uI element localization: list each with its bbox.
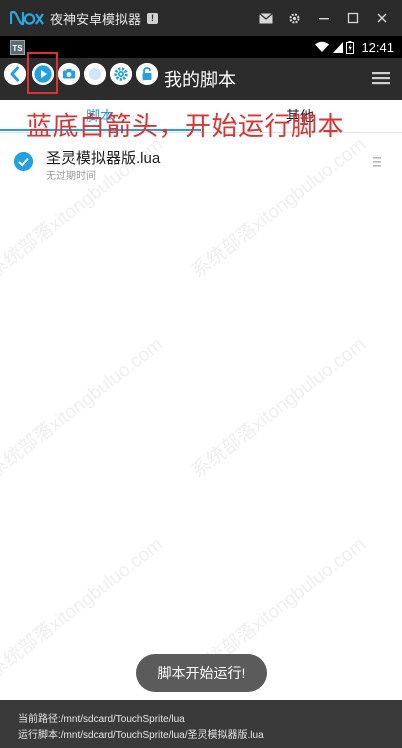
- play-button-highlight: [27, 52, 58, 94]
- settings-icon[interactable]: [280, 0, 309, 36]
- record-icon: [84, 63, 106, 85]
- script-expiry: 无过期时间: [46, 171, 96, 182]
- status-icons: 12:41: [314, 36, 394, 58]
- emulator-title-bar: 夜神安卓模拟器 !: [0, 0, 402, 36]
- screenshot-button[interactable]: [58, 63, 80, 85]
- maximize-icon[interactable]: [338, 0, 367, 36]
- toast-message: 脚本开始运行!: [136, 654, 267, 692]
- back-button[interactable]: [4, 63, 26, 85]
- running-script-path: 运行脚本:/mnt/sdcard/TouchSprite/lua/圣灵模拟器版.…: [18, 730, 264, 741]
- script-name: 圣灵模拟器版.lua: [46, 150, 161, 167]
- minimize-icon[interactable]: [309, 0, 338, 36]
- touchsprite-notification-icon: TS: [10, 39, 25, 55]
- lock-button[interactable]: [136, 63, 158, 85]
- menu-icon[interactable]: [372, 70, 390, 86]
- camera-icon: [58, 63, 80, 85]
- app-toolbar: 我的脚本: [0, 58, 402, 100]
- lock-icon: [136, 63, 158, 85]
- drag-handle-icon[interactable]: [373, 156, 381, 168]
- emulator-notice-icon[interactable]: !: [147, 12, 159, 24]
- back-icon: [4, 63, 26, 85]
- close-icon[interactable]: [367, 0, 396, 36]
- battery-icon: [346, 40, 355, 54]
- mail-icon[interactable]: [251, 0, 280, 36]
- gear-icon: [110, 63, 132, 85]
- app-window: 夜神安卓模拟器 ! TS 12:41 我的脚本 脚本 其他 系统部落xitong…: [0, 0, 402, 748]
- android-status-bar: TS 12:41: [0, 36, 402, 58]
- watermark-layer: 系统部落xitongbuluo.com 系统部落xitongbuluo.com …: [0, 132, 402, 692]
- footer-status: 当前路径:/mnt/sdcard/TouchSprite/lua 运行脚本:/m…: [0, 700, 402, 748]
- watermark-text: 系统部落xitongbuluo.com: [188, 333, 370, 483]
- record-button[interactable]: [84, 63, 106, 85]
- current-path: 当前路径:/mnt/sdcard/TouchSprite/lua: [18, 714, 185, 725]
- status-clock: 12:41: [361, 39, 394, 55]
- emulator-window-controls: [251, 0, 396, 36]
- emulator-title: 夜神安卓模拟器: [50, 11, 142, 27]
- wifi-icon: [315, 41, 330, 52]
- page-title: 我的脚本: [164, 70, 236, 90]
- signal-icon: [333, 42, 344, 53]
- check-icon[interactable]: [14, 152, 33, 171]
- script-list-item[interactable]: 圣灵模拟器版.lua 无过期时间: [0, 140, 402, 184]
- watermark-text: 系统部落xitongbuluo.com: [0, 333, 167, 483]
- nox-logo-icon: [10, 10, 44, 26]
- annotation-caption: 蓝底白箭头，开始运行脚本: [26, 112, 345, 142]
- settings-button[interactable]: [110, 63, 132, 85]
